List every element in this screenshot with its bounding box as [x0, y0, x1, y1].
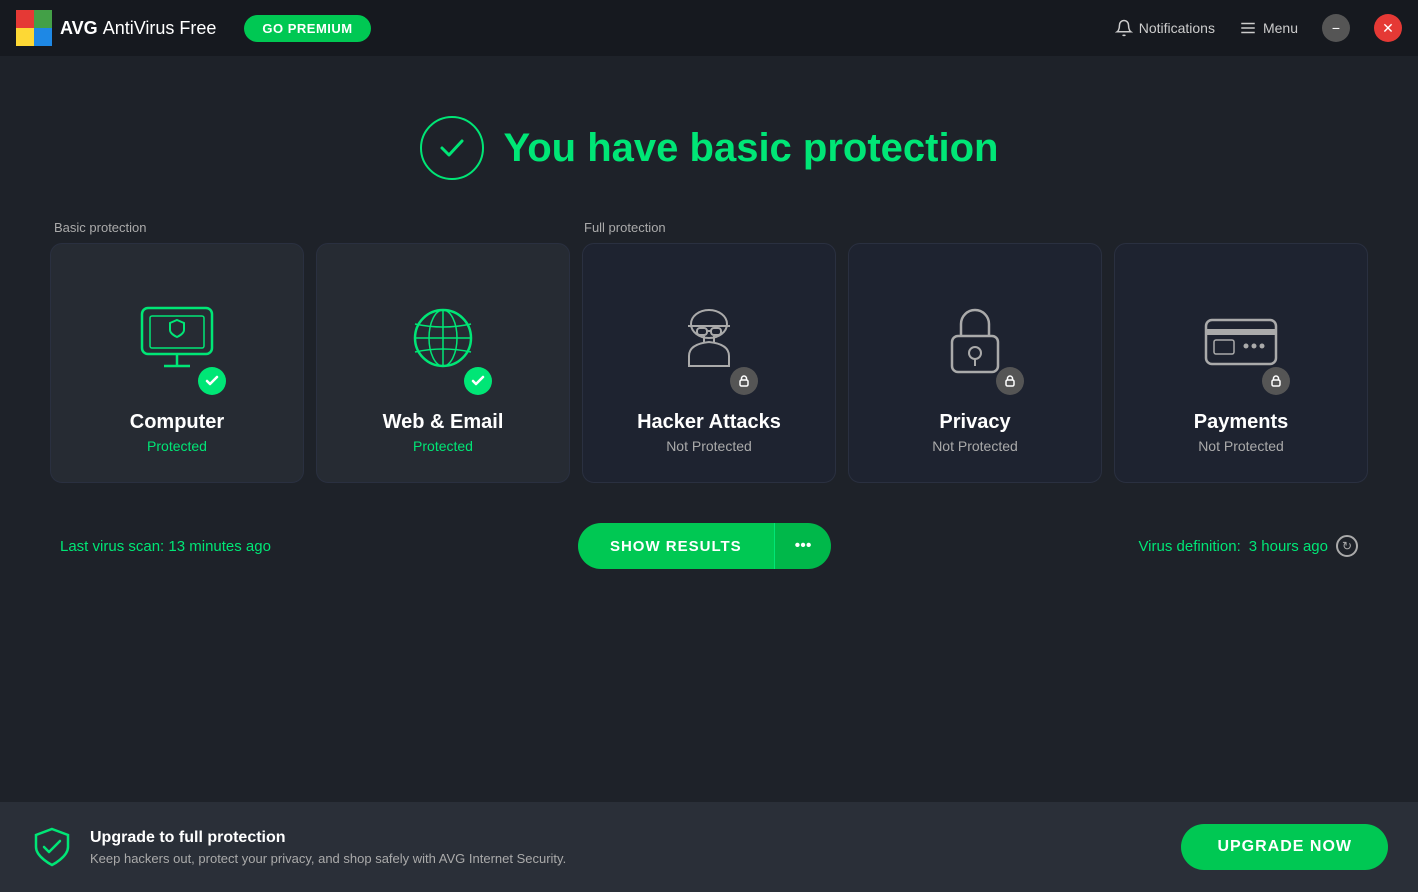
- lock-badge-privacy-svg: [1003, 374, 1017, 388]
- hacker-attacks-title: Hacker Attacks: [637, 411, 781, 434]
- payments-status: Not Protected: [1198, 438, 1284, 454]
- titlebar: AVG AntiVirus Free GO PREMIUM Notificati…: [0, 0, 1418, 56]
- virus-def-value: 3 hours ago: [1249, 538, 1328, 555]
- privacy-badge: [996, 367, 1024, 395]
- check-svg: [436, 132, 468, 164]
- web-email-card[interactable]: Web & Email Protected: [316, 243, 570, 483]
- app-logo: AVG AntiVirus Free GO PREMIUM: [16, 10, 371, 46]
- hero-title-static: You have: [504, 126, 690, 170]
- app-name-label: AVG AntiVirus Free: [60, 18, 216, 39]
- web-email-badge: [464, 367, 492, 395]
- protection-cards-row: Computer Protected: [50, 243, 1368, 483]
- last-scan-value: 13 minutes ago: [168, 538, 271, 555]
- main-content: You have basic protection Basic protecti…: [0, 56, 1418, 802]
- notifications-button[interactable]: Notifications: [1115, 19, 1215, 37]
- computer-badge: [198, 367, 226, 395]
- payments-card[interactable]: Payments Not Protected: [1114, 243, 1368, 483]
- full-protection-label: Full protection: [580, 220, 1368, 235]
- privacy-status: Not Protected: [932, 438, 1018, 454]
- scan-buttons-group: SHOW RESULTS •••: [578, 523, 832, 569]
- computer-icon-area: [132, 296, 222, 391]
- computer-card[interactable]: Computer Protected: [50, 243, 304, 483]
- avg-logo-icon: [16, 10, 52, 46]
- check-badge-web-svg: [470, 373, 486, 389]
- notifications-label: Notifications: [1139, 20, 1215, 36]
- bell-icon: [1115, 19, 1133, 37]
- virus-definition-info: Virus definition: 3 hours ago ↻: [1138, 535, 1358, 557]
- computer-title: Computer: [130, 411, 224, 434]
- web-email-icon-area: [398, 296, 488, 391]
- hacker-attacks-status: Not Protected: [666, 438, 752, 454]
- lock-badge-payments-svg: [1269, 374, 1283, 388]
- hero-checkmark-icon: [420, 116, 484, 180]
- web-email-status: Protected: [413, 438, 473, 454]
- privacy-icon-area: [930, 296, 1020, 391]
- hacker-attacks-card[interactable]: Hacker Attacks Not Protected: [582, 243, 836, 483]
- hero-title: You have basic protection: [504, 126, 999, 171]
- cards-labels: Basic protection Full protection: [50, 220, 1368, 235]
- upgrade-shield-icon: [30, 825, 74, 869]
- go-premium-button[interactable]: GO PREMIUM: [244, 15, 370, 42]
- upgrade-title: Upgrade to full protection: [90, 829, 1165, 847]
- upgrade-now-button[interactable]: UPGRADE NOW: [1181, 824, 1388, 870]
- last-scan-label: Last virus scan:: [60, 538, 168, 555]
- app-name-text: AntiVirus Free: [103, 18, 217, 38]
- menu-label: Menu: [1263, 20, 1298, 36]
- upgrade-bar: Upgrade to full protection Keep hackers …: [0, 802, 1418, 892]
- upgrade-subtitle: Keep hackers out, protect your privacy, …: [90, 851, 1165, 866]
- computer-status: Protected: [147, 438, 207, 454]
- refresh-icon[interactable]: ↻: [1336, 535, 1358, 557]
- show-results-button[interactable]: SHOW RESULTS: [578, 523, 774, 569]
- payments-icon-area: [1196, 296, 1286, 391]
- hero-title-accent: basic protection: [690, 126, 999, 170]
- scan-more-options-button[interactable]: •••: [774, 523, 832, 569]
- scan-info: Last virus scan: 13 minutes ago: [60, 538, 271, 555]
- titlebar-right: Notifications Menu − ✕: [1115, 14, 1402, 42]
- upgrade-text: Upgrade to full protection Keep hackers …: [90, 829, 1165, 866]
- virus-def-label: Virus definition:: [1138, 538, 1240, 555]
- close-button[interactable]: ✕: [1374, 14, 1402, 42]
- lock-badge-hacker-svg: [737, 374, 751, 388]
- payments-title: Payments: [1194, 411, 1289, 434]
- bottom-bar: Last virus scan: 13 minutes ago SHOW RES…: [50, 523, 1368, 569]
- minimize-button[interactable]: −: [1322, 14, 1350, 42]
- menu-button[interactable]: Menu: [1239, 19, 1298, 37]
- web-email-title: Web & Email: [383, 411, 504, 434]
- hamburger-icon: [1239, 19, 1257, 37]
- privacy-card[interactable]: Privacy Not Protected: [848, 243, 1102, 483]
- hacker-icon-area: [664, 296, 754, 391]
- hero-section: You have basic protection: [420, 116, 999, 180]
- check-badge-svg: [204, 373, 220, 389]
- privacy-title: Privacy: [939, 411, 1010, 434]
- hacker-badge: [730, 367, 758, 395]
- basic-protection-label: Basic protection: [50, 220, 580, 235]
- payments-badge: [1262, 367, 1290, 395]
